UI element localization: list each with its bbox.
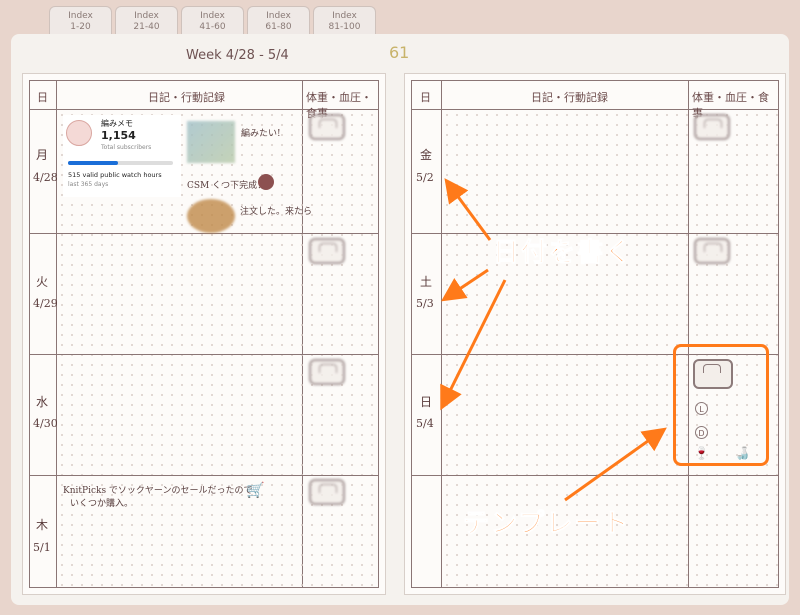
day-label: 日 xyxy=(420,395,433,409)
col-diary-label: 日記・行動記録 xyxy=(148,91,225,104)
yarn-photo xyxy=(187,121,235,163)
scale-icon xyxy=(694,114,730,140)
page-number: 61 xyxy=(389,43,410,62)
subscriber-widget: 編みメモ 1,154 Total subscribers 515 valid p… xyxy=(63,115,181,197)
template-callout: テンプレート xyxy=(462,509,631,540)
day-label: 水 xyxy=(36,395,49,409)
diary-note: 注文した。来たら xyxy=(240,207,313,217)
index-tab-2[interactable]: Index 21-40 xyxy=(115,6,178,36)
date-label: 5/2 xyxy=(416,171,434,184)
package-photo xyxy=(187,199,235,233)
day-label: 木 xyxy=(36,518,49,532)
watch-hours: 515 valid public watch hours xyxy=(68,171,162,179)
scale-icon xyxy=(309,359,345,385)
watch-period: last 365 days xyxy=(68,181,109,188)
diary-note: 編みたい! xyxy=(241,129,281,139)
scale-icon xyxy=(309,114,345,140)
scale-icon xyxy=(309,479,345,505)
col-day-label: 日 xyxy=(37,91,48,104)
right-header: 日 日記・行動記録 体重・血圧・食事 xyxy=(412,81,778,120)
left-header: 日 日記・行動記録 体重・血圧・食事 xyxy=(30,81,378,120)
index-tab-5[interactable]: Index 81-100 xyxy=(313,6,376,36)
day-label: 火 xyxy=(36,275,49,289)
diary-note: KnitPicks でソックヤーンのセールだったので xyxy=(63,486,253,496)
progress-bar xyxy=(68,161,173,165)
progress-fill xyxy=(68,161,119,165)
col-day-label: 日 xyxy=(420,91,431,104)
subscriber-label: Total subscribers xyxy=(101,144,152,151)
index-tab-1[interactable]: Index 1-20 xyxy=(49,6,112,36)
left-grid: 日 日記・行動記録 体重・血圧・食事 月 4/28 火 4/29 水 4/30 … xyxy=(29,80,379,588)
yarn-ball-icon xyxy=(258,174,274,190)
date-label: 4/28 xyxy=(33,171,58,184)
scale-icon xyxy=(309,238,345,264)
date-callout: 日付を書く xyxy=(492,238,634,269)
diary-note: いくつか購入。 xyxy=(70,499,134,509)
channel-logo xyxy=(66,120,92,146)
day-label: 月 xyxy=(36,148,49,162)
diary-note: CSM くつ下完成！ xyxy=(187,181,267,191)
day-label: 金 xyxy=(420,148,433,162)
date-label: 5/4 xyxy=(416,417,434,430)
date-label: 5/1 xyxy=(33,541,51,554)
date-label: 4/30 xyxy=(33,417,58,430)
index-tab-3[interactable]: Index 41-60 xyxy=(181,6,244,36)
week-title: Week 4/28 - 5/4 xyxy=(186,48,289,63)
day-label: 土 xyxy=(420,275,433,289)
template-highlight-box xyxy=(673,344,769,466)
index-tabs: Index 1-20 Index 21-40 Index 41-60 Index 61-… xyxy=(49,6,379,36)
shopping-cart-icon: 🛒 xyxy=(246,481,265,499)
widget-title: 編みメモ xyxy=(101,119,133,128)
col-diary-label: 日記・行動記録 xyxy=(531,91,608,104)
date-label: 5/3 xyxy=(416,297,434,310)
index-tab-4[interactable]: Index 61-80 xyxy=(247,6,310,36)
scale-icon xyxy=(694,238,730,264)
date-label: 4/29 xyxy=(33,297,58,310)
subscriber-count: 1,154 xyxy=(101,129,136,142)
left-page: 日 日記・行動記録 体重・血圧・食事 月 4/28 火 4/29 水 4/30 … xyxy=(22,73,386,595)
